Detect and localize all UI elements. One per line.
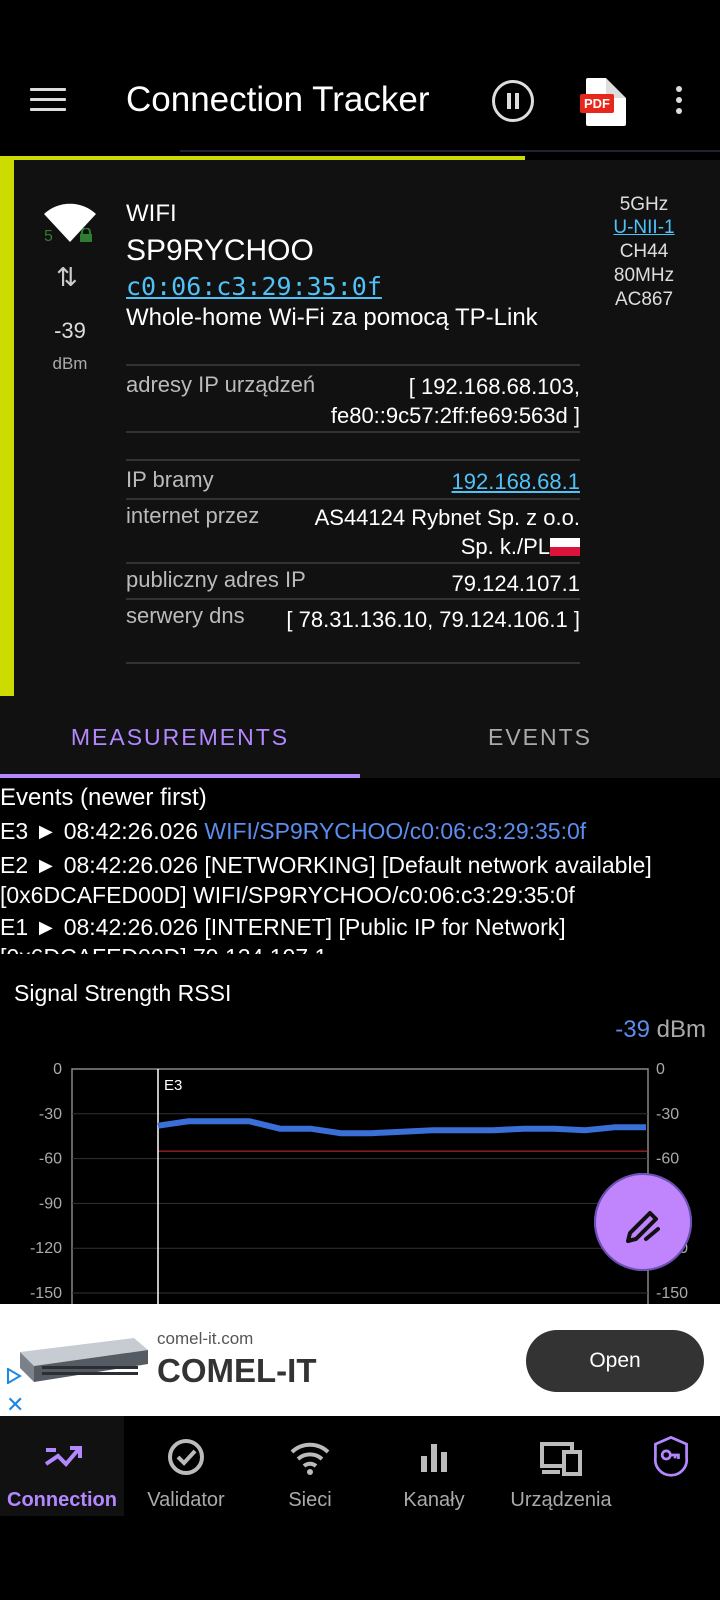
check-circle-icon [168, 1439, 204, 1475]
y-tick-label: -90 [39, 1195, 62, 1212]
wifi-icon [290, 1442, 330, 1475]
chart-title: Signal Strength RSSI [14, 980, 232, 1006]
tab-measurements[interactable]: MEASUREMENTS [0, 724, 360, 751]
ad-close-icon[interactable]: ✕ [6, 1392, 24, 1418]
nav-devices[interactable]: Urządzenia [496, 1416, 626, 1516]
event-id: E3 ► [0, 818, 58, 844]
event-text: 08:42:26.026 [INTERNET] [Public IP for N… [63, 914, 566, 940]
annotate-button[interactable] [594, 1173, 692, 1271]
event-text: 08:42:26.026 [63, 818, 198, 844]
divider [126, 431, 580, 433]
y-tick-label: -150 [656, 1285, 688, 1302]
pro-badge-icon [653, 1435, 689, 1477]
app-bar [0, 0, 720, 152]
channel-width: 80MHz [613, 265, 675, 286]
divider [126, 459, 580, 461]
internet-provider: AS44124 Rybnet Sp. z o.o. Sp. k./PL [314, 505, 580, 559]
rssi-value: -39 [54, 318, 86, 343]
rssi-unit: dBm [52, 354, 88, 373]
menu-icon[interactable] [30, 88, 66, 116]
pause-icon[interactable] [492, 80, 534, 122]
y-tick-label: -120 [30, 1240, 62, 1257]
bar-chart-icon [421, 1444, 447, 1472]
nav-label: Urządzenia [510, 1489, 612, 1511]
nav-label: Kanały [403, 1489, 465, 1511]
channel: CH44 [619, 241, 669, 262]
chart-current-unit: dBm [656, 1016, 706, 1043]
dns-label: serwery dns [126, 603, 245, 628]
nav-label: Sieci [288, 1489, 332, 1511]
tab-events[interactable]: EVENTS [360, 724, 720, 751]
device-ips-value: [ 192.168.68.103, fe80::9c57:2ff:fe69:56… [330, 374, 580, 428]
event-highlight: WIFI/SP9RYCHOO/c0:06:c3:29:35:0f [204, 818, 587, 844]
divider [126, 364, 580, 366]
event-text: 08:42:26.026 [NETWORKING] [Default netwo… [63, 852, 652, 878]
wifi-standard: AC867 [614, 289, 674, 310]
rssi-series-line [157, 1118, 646, 1137]
public-ip-value: 79.124.107.1 [451, 571, 580, 596]
y-tick-label: -150 [30, 1285, 62, 1302]
devices-icon [540, 1442, 582, 1476]
connection-icon [44, 1446, 82, 1467]
y-tick-label: 0 [53, 1061, 62, 1078]
vendor-name: Whole-home Wi-Fi za pomocą TP-Link [126, 304, 538, 331]
events-title: Events (newer first) [0, 784, 207, 811]
event-text-line2: [0x6DCAFED00D] WIFI/SP9RYCHOO/c0:06:c3:2… [0, 882, 575, 908]
y-tick-label: -60 [39, 1151, 62, 1168]
nav-channels[interactable]: Kanały [372, 1416, 496, 1516]
chart-current-rssi: -39 [615, 1016, 650, 1043]
nav-connection[interactable]: Connection [0, 1416, 124, 1516]
event-id: E2 ► [0, 852, 58, 878]
poland-flag-icon [550, 538, 580, 556]
gateway-label: IP bramy [126, 467, 214, 492]
public-ip-label: publiczny adres IP [126, 567, 306, 592]
pen-icon [626, 1211, 660, 1243]
y-tick-label: -30 [39, 1106, 62, 1123]
ad-title: COMEL-IT [157, 1352, 317, 1389]
ad-open-button[interactable]: Open [526, 1330, 704, 1392]
ad-choices-icon[interactable] [6, 1368, 22, 1384]
event-id: E1 ► [0, 914, 58, 940]
y-tick-label: -60 [656, 1151, 679, 1168]
gateway-ip-link[interactable]: 192.168.68.1 [280, 467, 580, 496]
network-type: WIFI [126, 200, 177, 227]
lock-icon [80, 228, 92, 242]
nav-validator[interactable]: Validator [124, 1416, 248, 1516]
ad-product-image [20, 1338, 148, 1382]
dns-value: [ 78.31.136.10, 79.124.106.1 ] [286, 607, 580, 632]
events-log[interactable]: E3 ► 08:42:26.026 WIFI/SP9RYCHOO/c0:06:c… [0, 812, 720, 954]
nav-label: Validator [147, 1489, 225, 1511]
nav-networks[interactable]: Sieci [248, 1416, 372, 1516]
app-title: Connection Tracker [126, 80, 430, 119]
progress-track [180, 150, 720, 152]
divider [126, 562, 580, 564]
card-accent-bar [0, 160, 14, 696]
pdf-export-icon[interactable]: PDF [580, 78, 626, 126]
wifi-band-number: 5 [44, 228, 53, 245]
ssid: SP9RYCHOO [126, 234, 314, 267]
internet-label: internet przez [126, 503, 260, 528]
bssid-link[interactable]: c0:06:c3:29:35:0f [126, 272, 382, 301]
more-options-icon[interactable] [676, 86, 684, 118]
pdf-label: PDF [580, 94, 614, 113]
frequency-band: 5GHz [619, 194, 669, 215]
event-item[interactable]: E1 ► 08:42:26.026 [INTERNET] [Public IP … [0, 912, 715, 954]
event-item[interactable]: E3 ► 08:42:26.026 WIFI/SP9RYCHOO/c0:06:c… [0, 816, 715, 846]
nav-pro-badge[interactable] [636, 1416, 706, 1516]
y-tick-label: 0 [656, 1061, 665, 1078]
event-marker-label: E3 [164, 1077, 182, 1094]
divider [126, 598, 580, 600]
y-axis-left: 0 -30 -60 -90 -120 -150 [30, 1061, 62, 1302]
data-activity-icon: ⇅ [56, 262, 78, 292]
ad-domain: comel-it.com [157, 1329, 254, 1348]
event-text-line2: [0x6DCAFED00D] 79.124.107.1 [0, 944, 327, 954]
divider [126, 498, 580, 500]
unii-link[interactable]: U-NII-1 [596, 217, 692, 239]
nav-label: Connection [7, 1489, 117, 1511]
y-tick-label: -30 [656, 1106, 679, 1123]
tab-indicator [0, 774, 360, 778]
divider [126, 662, 580, 664]
event-item[interactable]: E2 ► 08:42:26.026 [NETWORKING] [Default … [0, 850, 715, 910]
